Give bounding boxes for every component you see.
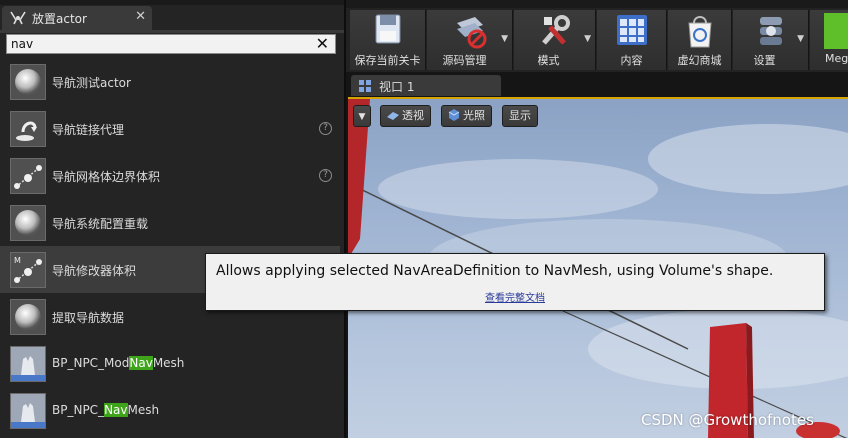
sphere-icon <box>10 299 46 335</box>
place-actor-icon <box>10 11 26 25</box>
save-disk-icon <box>375 14 400 44</box>
sphere-icon <box>10 64 46 100</box>
lighting-label: 光照 <box>463 109 485 122</box>
source-control-button[interactable]: 源码管理 ▼ <box>427 10 513 70</box>
viewport-tab-label: 视口 1 <box>379 80 415 94</box>
tooltip-text: Allows applying selected NavAreaDefiniti… <box>216 263 774 279</box>
list-item-label: 导航测试actor <box>52 76 131 90</box>
perspective-cube-icon <box>387 112 399 120</box>
panel-divider <box>0 30 344 33</box>
svg-text:M: M <box>14 256 21 265</box>
search-match-highlight: Nav <box>129 356 153 370</box>
blueprint-icon <box>10 346 46 382</box>
toolbar-button-label: 设置 <box>753 54 776 67</box>
close-icon[interactable]: ✕ <box>135 9 146 24</box>
chevron-down-icon[interactable]: ▼ <box>797 34 804 44</box>
list-item-bp-npc-modnavmesh[interactable]: BP_NPC_ModNavMesh <box>0 340 340 387</box>
toolbar-button-label: Meg <box>825 52 848 65</box>
list-item-nav-link-proxy[interactable]: 导航链接代理 ? <box>0 105 340 152</box>
toolbar-top-strip <box>346 0 848 8</box>
blueprint-icon <box>10 393 46 429</box>
viewport-tabbar: 视口 1 <box>346 72 848 96</box>
list-item-label: BP_NPC_ModNavMesh <box>52 356 185 370</box>
place-actor-panel: 文件 编辑 窗口 帮助 放置actor ✕ ✕ 导航测试actor 导航链接代理 <box>0 0 346 438</box>
search-input[interactable] <box>11 36 311 52</box>
list-item-label: 导航网格体边界体积 <box>52 170 161 184</box>
actor-list: 导航测试actor 导航链接代理 ? 导航网格体边界体积 ? 导航系统配置重载 <box>0 58 340 434</box>
show-button[interactable]: 显示 <box>502 105 538 127</box>
toolbar-button-label: 内容 <box>620 54 643 67</box>
tab-viewport-1[interactable]: 视口 1 <box>351 75 501 96</box>
source-control-icon <box>456 17 486 49</box>
toolbar-button-label: 源码管理 <box>442 54 487 67</box>
toolbar-button-label: 保存当前关卡 <box>354 54 421 67</box>
list-item-label: 导航系统配置重载 <box>52 217 149 231</box>
tab-place-actor[interactable]: 放置actor ✕ <box>2 6 152 30</box>
menubar: 文件 编辑 窗口 帮助 <box>0 0 344 5</box>
list-item-label: BP_NPC_NavMesh <box>52 403 160 417</box>
search-match-highlight: Nav <box>104 403 128 417</box>
list-item-label: 提取导航数据 <box>52 311 125 325</box>
modes-tools-icon <box>541 15 570 45</box>
lit-cube-icon <box>448 109 460 121</box>
toolbar-button-label: 虚幻商城 <box>677 54 722 67</box>
list-item-nav-test-actor[interactable]: 导航测试actor <box>0 58 340 105</box>
save-current-level-button[interactable]: 保存当前关卡 <box>350 10 426 70</box>
volume-icon: M <box>10 252 46 288</box>
list-item-label: 导航修改器体积 <box>52 264 137 278</box>
content-button[interactable]: 内容 <box>597 10 667 70</box>
viewport-grid-icon <box>359 80 371 92</box>
viewport-options-button[interactable]: ▼ <box>353 105 371 127</box>
chevron-down-icon: ▼ <box>358 112 366 122</box>
help-icon[interactable]: ? <box>319 122 332 135</box>
chevron-down-icon[interactable]: ▼ <box>584 34 591 44</box>
main-toolbar: 保存当前关卡 源码管理 ▼ 模式 ▼ 内容 虚幻商城 设置 ▼ Meg <box>346 0 848 72</box>
chevron-down-icon[interactable]: ▼ <box>501 34 508 44</box>
help-icon[interactable]: ? <box>319 169 332 182</box>
list-item-nav-system-config-override[interactable]: 导航系统配置重载 <box>0 199 340 246</box>
volume-icon <box>10 158 46 194</box>
list-item-navmesh-bounds-volume[interactable]: 导航网格体边界体积 ? <box>0 152 340 199</box>
megascans-button[interactable]: Meg <box>810 10 848 70</box>
settings-gear-icon <box>759 17 782 45</box>
perspective-label: 透视 <box>402 109 424 122</box>
sphere-icon <box>10 205 46 241</box>
marketplace-bag-icon <box>687 16 712 48</box>
watermark: CSDN @Growthofnotes <box>641 411 814 429</box>
lighting-button[interactable]: 光照 <box>441 105 492 127</box>
modes-button[interactable]: 模式 ▼ <box>514 10 596 70</box>
marketplace-button[interactable]: 虚幻商城 <box>668 10 732 70</box>
nav-link-proxy-icon <box>10 111 46 147</box>
full-documentation-link[interactable]: 查看完整文档 <box>206 289 824 304</box>
settings-button[interactable]: 设置 ▼ <box>733 10 809 70</box>
toolbar-button-label: 模式 <box>537 54 560 67</box>
show-label: 显示 <box>509 109 531 122</box>
actor-tooltip: Allows applying selected NavAreaDefiniti… <box>205 253 825 311</box>
content-grid-icon <box>616 15 647 45</box>
perspective-button[interactable]: 透视 <box>380 105 431 127</box>
tab-title: 放置actor <box>32 12 87 26</box>
list-item-bp-npc-navmesh[interactable]: BP_NPC_NavMesh <box>0 387 340 434</box>
clear-search-icon[interactable]: ✕ <box>316 34 329 53</box>
list-item-label: 导航链接代理 <box>52 123 125 137</box>
search-box[interactable]: ✕ <box>6 34 336 54</box>
megascans-icon <box>824 13 848 49</box>
